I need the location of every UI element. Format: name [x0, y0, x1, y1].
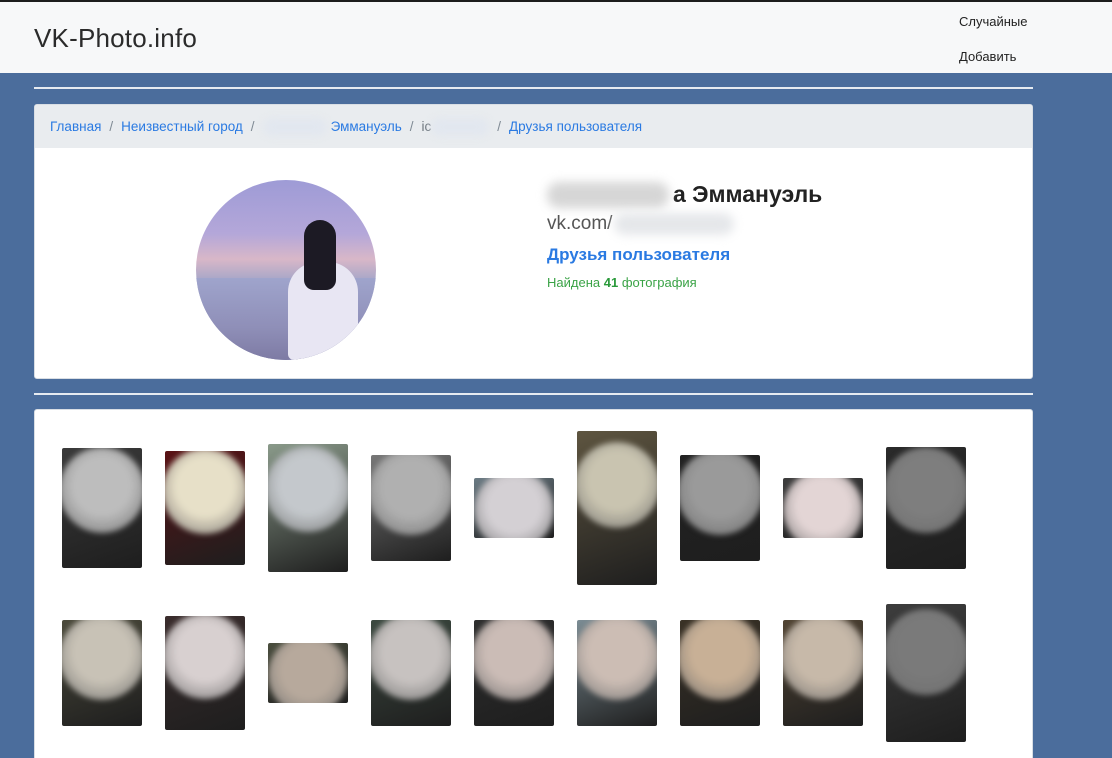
blurred-face	[165, 451, 245, 534]
breadcrumb-separator: /	[409, 119, 414, 134]
profile-name-row: а Эммануэль	[547, 181, 822, 208]
navbar: VK-Photo.info Случайные Добавить	[0, 2, 1112, 73]
breadcrumb: Главная / Неизвестный город / Эммануэль …	[35, 105, 1032, 148]
profile-name: а Эммануэль	[673, 181, 823, 207]
redacted-blur	[262, 117, 327, 136]
blurred-face	[62, 448, 142, 533]
blurred-face	[371, 455, 451, 536]
redacted-blur	[431, 117, 490, 136]
friend-photo[interactable]	[165, 451, 245, 565]
blurred-face	[783, 478, 863, 538]
friend-photo[interactable]	[577, 620, 657, 726]
blurred-face	[886, 609, 966, 696]
profile-avatar	[196, 180, 376, 360]
blurred-face	[680, 455, 760, 536]
photo-count-text: Найдена 41 фотография	[547, 275, 697, 290]
friend-photo[interactable]	[268, 643, 348, 703]
breadcrumb-id: ic	[421, 119, 432, 134]
photos-card	[34, 409, 1033, 758]
nav-add-link[interactable]: Добавить	[959, 49, 1016, 64]
blurred-face	[577, 441, 657, 528]
divider	[34, 87, 1033, 89]
blurred-face	[680, 620, 760, 701]
profile-vk-row: vk.com/	[547, 213, 735, 235]
profile-vk-link[interactable]: vk.com/	[547, 213, 612, 235]
breadcrumb-home[interactable]: Главная	[50, 119, 101, 134]
blurred-face	[577, 620, 657, 701]
breadcrumb-separator: /	[109, 119, 114, 134]
blurred-face	[783, 620, 863, 701]
friend-photo[interactable]	[371, 455, 451, 561]
friend-photo[interactable]	[886, 604, 966, 742]
redacted-blur	[614, 213, 735, 235]
friend-photo[interactable]	[783, 620, 863, 726]
friend-photo[interactable]	[680, 455, 760, 561]
friend-photo[interactable]	[62, 448, 142, 568]
friend-photo[interactable]	[577, 431, 657, 585]
friend-photo[interactable]	[886, 447, 966, 569]
friend-photo[interactable]	[680, 620, 760, 726]
breadcrumb-separator: /	[250, 119, 255, 134]
friend-photo[interactable]	[371, 620, 451, 726]
blurred-face	[474, 620, 554, 701]
breadcrumb-separator: /	[497, 119, 502, 134]
friend-photo[interactable]	[474, 620, 554, 726]
blurred-face	[268, 643, 348, 703]
friend-photo[interactable]	[62, 620, 142, 726]
blurred-face	[474, 478, 554, 538]
breadcrumb-city[interactable]: Неизвестный город	[121, 119, 243, 134]
site-brand-link[interactable]: VK-Photo.info	[34, 23, 197, 54]
divider	[34, 393, 1033, 395]
breadcrumb-friends[interactable]: Друзья пользователя	[509, 119, 642, 134]
friends-link[interactable]: Друзья пользователя	[547, 245, 730, 265]
nav-random-link[interactable]: Случайные	[959, 14, 1028, 29]
redacted-blur	[547, 181, 669, 208]
blurred-face	[62, 620, 142, 701]
profile-card: Главная / Неизвестный город / Эммануэль …	[34, 104, 1033, 379]
blurred-face	[165, 616, 245, 699]
breadcrumb-user[interactable]: Эммануэль	[331, 119, 402, 134]
blurred-face	[371, 620, 451, 701]
friend-photo[interactable]	[268, 444, 348, 572]
friend-photo[interactable]	[474, 478, 554, 538]
photo-count: 41	[603, 275, 619, 290]
blurred-face	[886, 447, 966, 533]
friend-photo[interactable]	[783, 478, 863, 538]
blurred-face	[268, 445, 348, 532]
friend-photo[interactable]	[165, 616, 245, 730]
